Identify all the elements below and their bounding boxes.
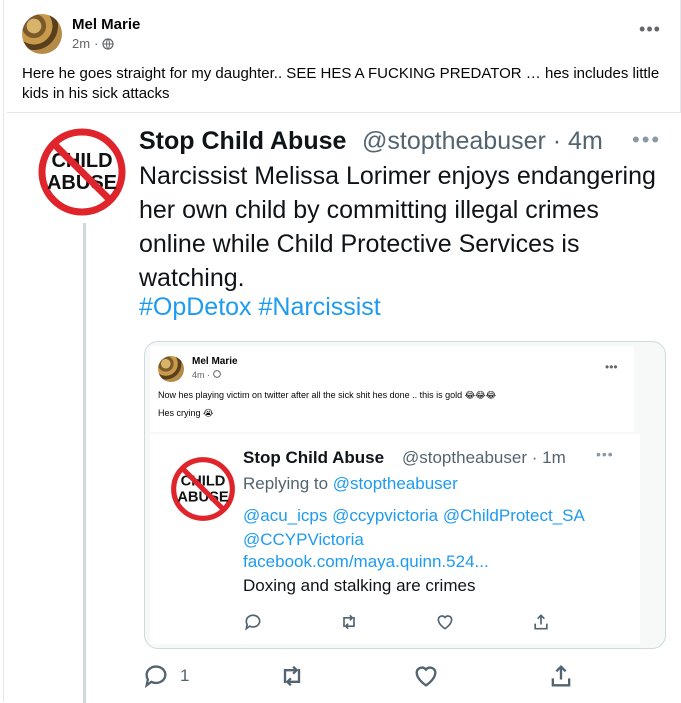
embedded-author-name: Mel Marie [192, 356, 238, 367]
embedded-tweet-handle: @stoptheabuser · 1m [402, 448, 566, 467]
embedded-more-icon: ••• [605, 360, 618, 374]
share-button[interactable] [547, 661, 575, 691]
post-header: Mel Marie 2m · ••• [22, 14, 662, 54]
embedded-globe-icon [212, 370, 221, 378]
tweet-actions: 1 [142, 661, 652, 695]
like-button[interactable] [412, 661, 440, 691]
embedded-time-text: 4m · [192, 370, 210, 380]
embedded-no-child-abuse-avatar: CHILD ABUSE [171, 457, 235, 521]
author-name[interactable]: Mel Marie [72, 16, 140, 33]
embedded-post-time: 4m · [192, 370, 221, 380]
reply-count: 1 [180, 666, 190, 685]
embedded-author-avatar [158, 356, 184, 382]
reply-icon [144, 665, 167, 689]
post-text: Here he goes straight for my daughter.. … [22, 65, 660, 102]
tweet-hashtags[interactable]: #OpDetox #Narcissist [139, 293, 381, 322]
tweet-screenshot[interactable]: CHILD ABUSE Stop Child Abuse @stoptheabu… [7, 112, 681, 703]
no-child-abuse-avatar: CHILD ABUSE [38, 128, 126, 216]
embedded-tweet-body: Doxing and stalking are crimes [243, 576, 476, 595]
embedded-tweet-author-name: Stop Child Abuse [243, 448, 385, 467]
globe-icon [102, 37, 115, 50]
meta-separator: · [94, 36, 99, 51]
tweet-body: Narcissist Melissa Lorimer enjoys endang… [139, 162, 656, 292]
embedded-post-line-1: Now hes playing victim on twitter after … [158, 390, 497, 400]
tweet-author-handle[interactable]: @stoptheabuser · 4m [362, 127, 603, 156]
embedded-tweet-link: facebook.com/maya.quinn.524... [243, 552, 489, 571]
share-icon [551, 665, 571, 687]
retweet-button[interactable] [277, 661, 307, 691]
post-meta: 2m · [72, 36, 115, 51]
embedded-post-line-2: Hes crying 😭 [158, 408, 214, 418]
embedded-tweet-actions [243, 612, 623, 634]
retweet-icon [283, 665, 301, 687]
facebook-post: Mel Marie 2m · ••• Here he goes straight… [3, 0, 681, 703]
tweet-author-name[interactable]: Stop Child Abuse [139, 127, 346, 156]
like-icon [415, 666, 437, 687]
replying-to-prefix: Replying to [243, 474, 333, 493]
author-avatar[interactable] [22, 14, 62, 54]
embedded-tweet-mentions: @acu_icps @ccypvictoria @ChildProtect_SA… [243, 506, 584, 549]
embedded-facebook-post: Mel Marie 4m · ••• Now hes playing victi… [150, 346, 634, 432]
embedded-tweet: CHILD ABUSE Stop Child Abuse @stoptheabu… [150, 434, 640, 644]
replying-to: Replying to @stoptheabuser [243, 474, 458, 494]
reply-button[interactable]: 1 [142, 661, 189, 691]
post-time[interactable]: 2m [72, 36, 90, 51]
embedded-share-icon [534, 614, 548, 630]
embedded-retweet-icon [343, 614, 355, 630]
embedded-reply-icon [245, 614, 261, 631]
thread-line [83, 223, 86, 703]
replying-to-handle: @stoptheabuser [332, 474, 458, 493]
embedded-tweet-more-icon: ••• [596, 446, 614, 462]
quoted-content[interactable]: Mel Marie 4m · ••• Now hes playing victi… [144, 341, 666, 649]
tweet-more-icon[interactable]: ••• [632, 127, 661, 153]
embedded-like-icon [437, 615, 453, 630]
more-options-icon[interactable]: ••• [638, 20, 662, 42]
